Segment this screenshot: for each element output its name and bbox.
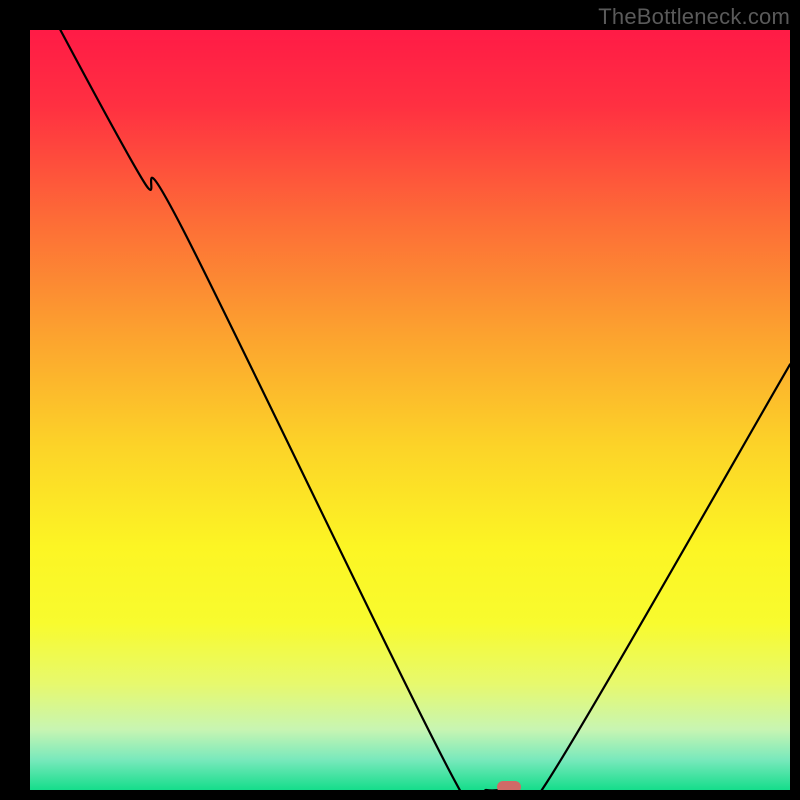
chart-container: TheBottleneck.com (0, 0, 800, 800)
bottleneck-curve (30, 30, 790, 790)
optimal-marker (497, 781, 521, 790)
plot-area (30, 30, 790, 790)
watermark-text: TheBottleneck.com (598, 4, 790, 30)
curve-layer (30, 30, 790, 790)
